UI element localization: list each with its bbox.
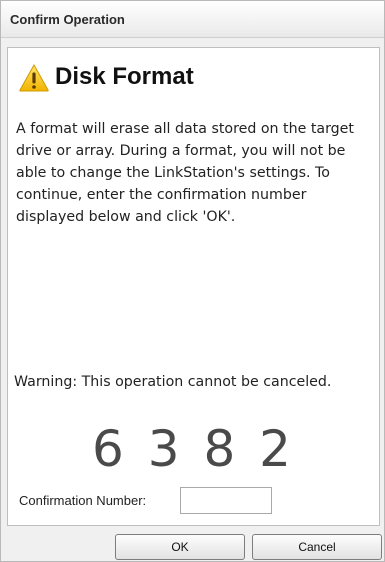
ok-button[interactable]: OK (115, 534, 245, 560)
dialog-titlebar[interactable]: Confirm Operation (1, 1, 384, 38)
dialog-title: Confirm Operation (10, 12, 125, 27)
confirm-operation-dialog: Confirm Operation Disk Format A format w… (0, 0, 385, 562)
warning-triangle-icon (19, 64, 49, 92)
confirmation-number-input[interactable] (180, 487, 272, 514)
warning-text: Warning: This operation cannot be cancel… (14, 374, 332, 390)
cancel-button[interactable]: Cancel (252, 534, 382, 560)
confirmation-number-label: Confirmation Number: (19, 493, 147, 508)
format-description: A format will erase all data stored on t… (16, 121, 354, 225)
dialog-content: Disk Format A format will erase all data… (7, 47, 380, 526)
confirmation-digits: 6 3 8 2 (92, 420, 295, 478)
heading-title: Disk Format (55, 63, 194, 90)
